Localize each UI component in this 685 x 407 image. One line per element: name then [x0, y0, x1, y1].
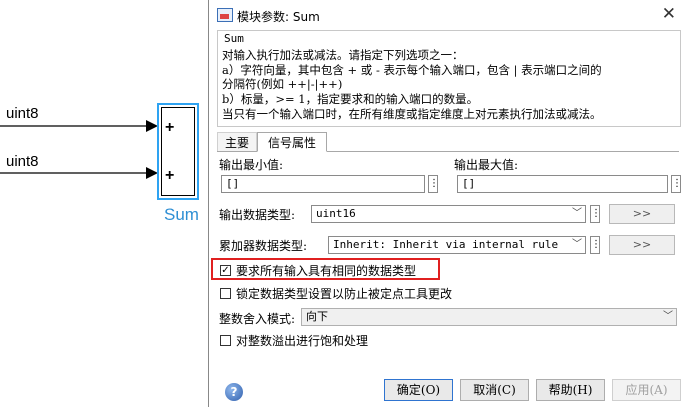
description-heading: Sum [224, 32, 244, 45]
output-type-value: uint16 [316, 207, 356, 220]
description-box: Sum 对输入执行加法或减法。请指定下列选项之一： a）字符向量，其中包含 + … [217, 30, 681, 127]
sum-block-name[interactable]: Sum [164, 205, 199, 225]
port-sign-2: + [165, 167, 175, 184]
output-max-input[interactable]: [] [457, 175, 668, 193]
accumulator-type-label: 累加器数据类型: [219, 239, 308, 253]
description-line-3: 分隔符(例如 ++|-|++) [222, 77, 343, 91]
tab-main[interactable]: 主要 [217, 132, 257, 152]
lock-type-label: 锁定数据类型设置以防止被定点工具更改 [236, 287, 453, 301]
block-parameters-dialog: 模块参数: Sum ✕ Sum 对输入执行加法或减法。请指定下列选项之一： a）… [208, 0, 685, 407]
output-type-select[interactable]: uint16 ﹀ [311, 205, 586, 223]
chevron-down-icon: ﹀ [572, 208, 582, 219]
description-line-1: 对输入执行加法或减法。请指定下列选项之一： [222, 48, 464, 62]
apply-button[interactable]: 应用(A) [612, 379, 681, 401]
sum-block[interactable]: + + [157, 103, 199, 200]
saturate-checkbox[interactable] [220, 335, 231, 346]
output-type-assistant-button[interactable]: >> [609, 204, 675, 224]
help-icon[interactable]: ? [225, 383, 243, 401]
saturate-label: 对整数溢出进行饱和处理 [236, 334, 369, 348]
tab-signal-attributes[interactable]: 信号属性 [257, 132, 327, 152]
close-icon[interactable]: ✕ [662, 4, 676, 24]
chevron-down-icon: ﹀ [663, 311, 673, 322]
output-min-label: 输出最小值: [219, 158, 284, 172]
accumulator-type-assistant-button[interactable]: >> [609, 235, 675, 255]
dialog-titlebar[interactable]: 模块参数: Sum ✕ [209, 0, 685, 30]
chevron-down-icon: ﹀ [572, 239, 582, 250]
accumulator-type-select[interactable]: Inherit: Inherit via internal rule ﹀ [328, 236, 586, 254]
output-type-label: 输出数据类型: [219, 208, 296, 222]
description-line-5: 当只有一个输入端口时，在所有维度或指定维度上对元素执行加法或减法。 [222, 107, 602, 121]
output-min-input[interactable]: [] [221, 175, 425, 193]
dialog-title: 模块参数: Sum [237, 10, 320, 24]
help-button[interactable]: 帮助(H) [536, 379, 605, 401]
highlight-box [211, 258, 440, 280]
accumulator-type-value: Inherit: Inherit via internal rule [333, 238, 559, 251]
dialog-footer: ? 确定(O) 取消(C) 帮助(H) 应用(A) [209, 372, 685, 407]
cancel-button[interactable]: 取消(C) [460, 379, 529, 401]
output-max-label: 输出最大值: [454, 158, 519, 172]
accumulator-type-edit-button[interactable]: ⋮ [590, 236, 601, 254]
output-min-edit-button[interactable]: ⋮ [428, 175, 439, 193]
simulink-app-icon [217, 8, 233, 22]
ok-button[interactable]: 确定(O) [384, 379, 453, 401]
rounding-mode-label: 整数舍入模式: [219, 312, 296, 326]
description-line-4: b）标量，>= 1，指定要求和的输入端口的数量。 [222, 92, 479, 106]
port-sign-1: + [165, 119, 175, 136]
output-type-edit-button[interactable]: ⋮ [590, 205, 601, 223]
output-max-edit-button[interactable]: ⋮ [671, 175, 682, 193]
lock-type-checkbox[interactable] [220, 288, 231, 299]
rounding-mode-value: 向下 [306, 310, 328, 323]
rounding-mode-select[interactable]: 向下 ﹀ [301, 308, 677, 326]
